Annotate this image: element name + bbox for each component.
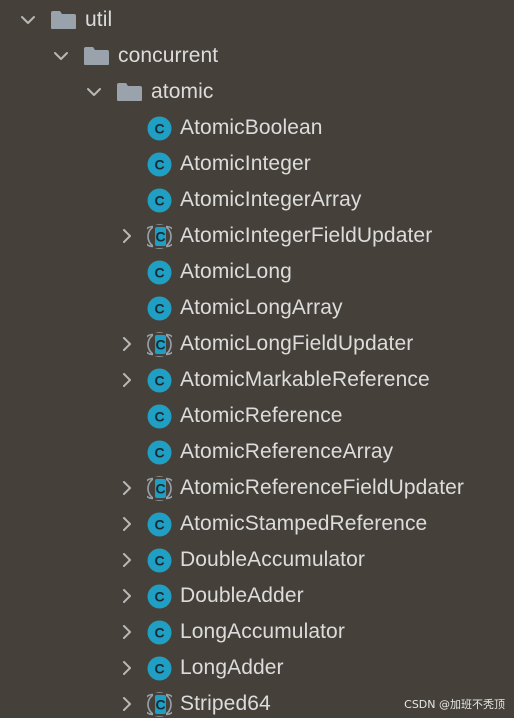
svg-text:C: C	[154, 300, 164, 316]
tree-row-longadder[interactable]: C LongAdder	[0, 650, 514, 686]
tree-row-atomiclongarray[interactable]: C AtomicLongArray	[0, 290, 514, 326]
tree-row-label: AtomicMarkableReference	[180, 368, 430, 391]
svg-text:C: C	[154, 408, 164, 424]
chevron-right-icon[interactable]	[117, 478, 137, 498]
chevron-right-icon[interactable]	[117, 622, 137, 642]
svg-text:C: C	[155, 696, 165, 712]
abstract-class-icon: C	[142, 331, 177, 357]
class-icon: C	[147, 368, 172, 393]
svg-text:C: C	[154, 264, 164, 280]
class-icon: C	[147, 620, 172, 645]
tree-row-concurrent[interactable]: concurrent	[0, 38, 514, 74]
chevron-down-icon[interactable]	[51, 46, 71, 66]
tree-row-label: DoubleAdder	[180, 584, 304, 607]
tree-row-label: AtomicReference	[180, 404, 343, 427]
project-tree: util concurrent atomic C AtomicBoolean C Atomi…	[0, 0, 514, 718]
watermark: CSDN @加班不秃顶	[404, 698, 505, 711]
svg-text:C: C	[155, 480, 165, 496]
chevron-right-icon[interactable]	[117, 226, 137, 246]
tree-row-label: util	[85, 8, 113, 31]
tree-row-atomic[interactable]: atomic	[0, 74, 514, 110]
chevron-down-icon[interactable]	[84, 82, 104, 102]
tree-row-atomicmarkablereference[interactable]: C AtomicMarkableReference	[0, 362, 514, 398]
tree-row-doubleadder[interactable]: C DoubleAdder	[0, 578, 514, 614]
svg-text:C: C	[154, 588, 164, 604]
svg-text:C: C	[154, 516, 164, 532]
svg-text:C: C	[154, 660, 164, 676]
abstract-class-icon: C	[142, 691, 177, 717]
tree-row-label: AtomicLongArray	[180, 296, 343, 319]
folder-icon	[116, 82, 143, 102]
tree-row-doubleaccumulator[interactable]: C DoubleAccumulator	[0, 542, 514, 578]
tree-row-atomicintegerfieldupdater[interactable]: C AtomicIntegerFieldUpdater	[0, 218, 514, 254]
abstract-class-icon: C	[142, 475, 177, 501]
class-icon: C	[147, 188, 172, 213]
tree-row-atomiclong[interactable]: C AtomicLong	[0, 254, 514, 290]
class-icon: C	[147, 512, 172, 537]
tree-row-longaccumulator[interactable]: C LongAccumulator	[0, 614, 514, 650]
tree-row-label: AtomicStampedReference	[180, 512, 428, 535]
class-icon: C	[147, 116, 172, 141]
tree-row-label: LongAdder	[180, 656, 284, 679]
chevron-right-icon[interactable]	[117, 370, 137, 390]
tree-row-label: Striped64	[180, 692, 271, 715]
tree-row-label: AtomicLongFieldUpdater	[180, 332, 414, 355]
tree-row-label: AtomicReferenceFieldUpdater	[180, 476, 464, 499]
svg-text:C: C	[154, 372, 164, 388]
tree-row-atomicreferencearray[interactable]: C AtomicReferenceArray	[0, 434, 514, 470]
tree-row-label: concurrent	[118, 44, 219, 67]
class-icon: C	[147, 656, 172, 681]
tree-row-label: atomic	[151, 80, 214, 103]
svg-text:C: C	[154, 156, 164, 172]
class-icon: C	[147, 440, 172, 465]
svg-text:C: C	[154, 444, 164, 460]
tree-row-util[interactable]: util	[0, 2, 514, 38]
class-icon: C	[147, 584, 172, 609]
chevron-right-icon[interactable]	[117, 334, 137, 354]
tree-row-label: DoubleAccumulator	[180, 548, 365, 571]
tree-row-label: AtomicIntegerFieldUpdater	[180, 224, 433, 247]
svg-text:C: C	[154, 192, 164, 208]
chevron-down-icon[interactable]	[18, 10, 38, 30]
svg-text:C: C	[154, 120, 164, 136]
svg-text:C: C	[155, 336, 165, 352]
chevron-right-icon[interactable]	[117, 586, 137, 606]
abstract-class-icon: C	[142, 223, 177, 249]
tree-row-label: LongAccumulator	[180, 620, 345, 643]
tree-row-atomicreferencefieldupdater[interactable]: C AtomicReferenceFieldUpdater	[0, 470, 514, 506]
chevron-right-icon[interactable]	[117, 550, 137, 570]
class-icon: C	[147, 152, 172, 177]
chevron-right-icon[interactable]	[117, 514, 137, 534]
tree-row-atomicboolean[interactable]: C AtomicBoolean	[0, 110, 514, 146]
class-icon: C	[147, 404, 172, 429]
tree-row-label: AtomicIntegerArray	[180, 188, 362, 211]
folder-icon	[50, 10, 77, 30]
tree-row-atomicinteger[interactable]: C AtomicInteger	[0, 146, 514, 182]
svg-text:C: C	[154, 624, 164, 640]
svg-text:C: C	[154, 552, 164, 568]
tree-row-atomicstampedreference[interactable]: C AtomicStampedReference	[0, 506, 514, 542]
svg-text:C: C	[155, 228, 165, 244]
tree-row-atomiclongfieldupdater[interactable]: C AtomicLongFieldUpdater	[0, 326, 514, 362]
tree-row-atomicintegerarray[interactable]: C AtomicIntegerArray	[0, 182, 514, 218]
tree-row-label: AtomicBoolean	[180, 116, 323, 139]
tree-row-label: AtomicLong	[180, 260, 292, 283]
tree-row-label: AtomicInteger	[180, 152, 311, 175]
folder-icon	[83, 46, 110, 66]
tree-row-atomicreference[interactable]: C AtomicReference	[0, 398, 514, 434]
class-icon: C	[147, 296, 172, 321]
class-icon: C	[147, 548, 172, 573]
tree-row-label: AtomicReferenceArray	[180, 440, 394, 463]
chevron-right-icon[interactable]	[117, 658, 137, 678]
chevron-right-icon[interactable]	[117, 694, 137, 714]
class-icon: C	[147, 260, 172, 285]
